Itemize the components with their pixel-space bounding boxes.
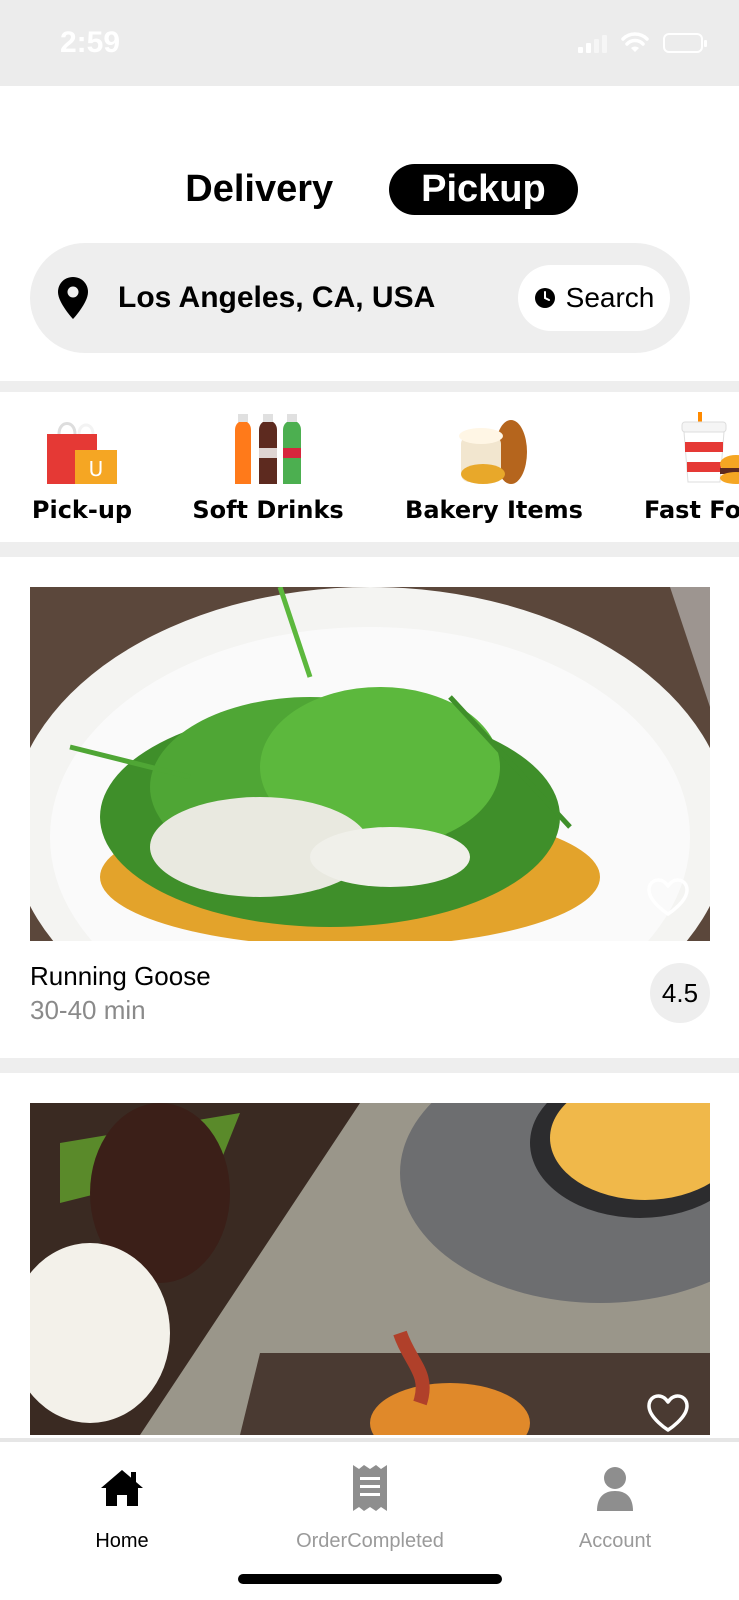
section-divider	[0, 1058, 739, 1073]
location-pin-icon	[58, 277, 88, 319]
category-pick-up[interactable]: U Pick-up	[30, 412, 134, 524]
category-strip[interactable]: U Pick-up Soft Drinks Bakery Items Fast …	[0, 392, 739, 542]
search-label: Search	[565, 282, 655, 313]
tab-home[interactable]: Home	[22, 1460, 222, 1553]
clock-icon	[534, 288, 555, 308]
rating-badge: 4.5	[650, 963, 710, 1023]
section-divider	[0, 542, 739, 557]
salad-photo	[30, 587, 710, 941]
location-bar[interactable]: Los Angeles, CA, USA Search	[30, 243, 690, 353]
category-label: Bakery Items	[405, 496, 583, 524]
steak-photo	[30, 1103, 710, 1435]
restaurant-name: Running Goose	[30, 961, 211, 991]
wifi-icon	[621, 32, 649, 52]
delivery-option[interactable]: Delivery	[161, 166, 357, 213]
location-text: Los Angeles, CA, USA	[118, 281, 436, 314]
tab-label: Home	[95, 1530, 149, 1552]
svg-text:U: U	[89, 457, 104, 481]
favorite-heart-icon[interactable]	[646, 877, 690, 917]
fast-food-icon	[681, 412, 739, 484]
restaurant-card[interactable]	[30, 1103, 710, 1435]
bread-icon	[459, 420, 527, 484]
tab-order-completed[interactable]: OrderCompleted	[270, 1460, 470, 1553]
cellular-signal-icon	[578, 33, 607, 53]
pickup-option[interactable]: Pickup	[389, 164, 578, 215]
section-divider	[0, 381, 739, 392]
favorite-heart-icon[interactable]	[646, 1393, 690, 1433]
soda-bottles-icon	[235, 414, 301, 484]
restaurant-photo[interactable]	[30, 1103, 710, 1435]
delivery-mode-toggle: Delivery Pickup	[0, 164, 739, 215]
restaurant-card[interactable]: Running Goose 30-40 min 4.5	[30, 587, 710, 1025]
home-indicator	[238, 1574, 502, 1584]
receipt-icon	[353, 1465, 387, 1511]
status-time: 2:59	[60, 26, 121, 59]
restaurant-photo[interactable]	[30, 587, 710, 941]
status-bar: 2:59	[0, 0, 739, 86]
delivery-time: 30-40 min	[30, 995, 146, 1025]
category-fast-food[interactable]: Fast Fo	[644, 412, 739, 524]
tab-label: Account	[578, 1530, 652, 1552]
status-icons	[578, 32, 707, 54]
search-button[interactable]: Search	[518, 265, 670, 331]
category-label: Fast Fo	[644, 496, 739, 524]
tab-label: OrderCompleted	[296, 1530, 444, 1552]
shopping-bags-icon: U	[47, 422, 117, 484]
person-icon	[597, 1467, 633, 1511]
home-icon	[101, 1470, 143, 1506]
category-label: Soft Drinks	[192, 496, 344, 524]
category-label: Pick-up	[31, 496, 133, 524]
category-soft-drinks[interactable]: Soft Drinks	[192, 412, 344, 524]
bottom-tab-bar: Home OrderCompleted Account	[0, 1438, 739, 1600]
tab-account[interactable]: Account	[515, 1460, 715, 1553]
category-bakery-items[interactable]: Bakery Items	[404, 412, 584, 524]
battery-icon	[663, 33, 707, 53]
